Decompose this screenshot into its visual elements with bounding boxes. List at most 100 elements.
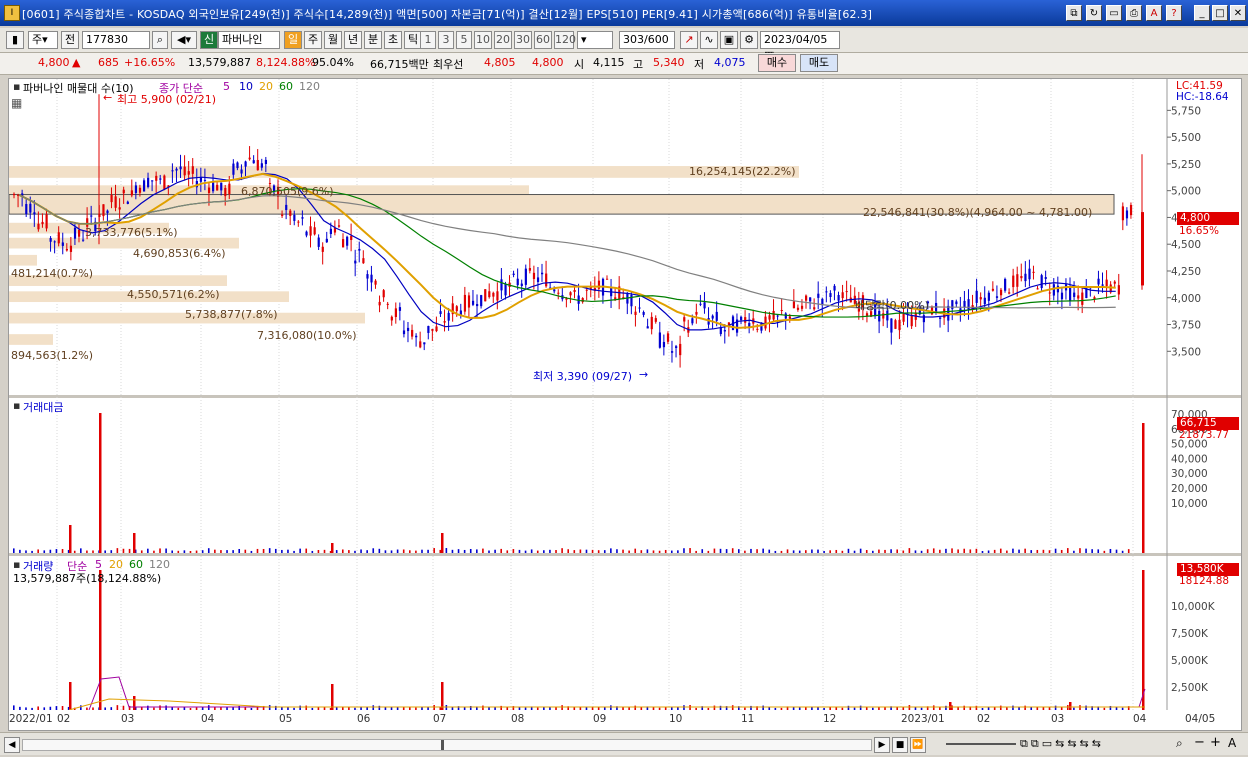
interval-tab[interactable]: 20 <box>494 31 512 49</box>
mode-value: 주 <box>32 33 43 46</box>
candle-body <box>175 168 178 171</box>
amount-bar <box>914 550 917 553</box>
table-icon[interactable]: ▦ <box>11 96 22 110</box>
link-icon[interactable]: ⧉ <box>1066 5 1082 21</box>
interval-tab[interactable]: 60 <box>534 31 552 49</box>
candle-body <box>240 169 243 174</box>
amount-bar <box>719 548 722 553</box>
scroll-track[interactable] <box>22 739 872 751</box>
scroll-bar[interactable]: ◀ ▶ ■ ⏩ ⧉⧉▭⇆⇆⇆⇆ ⌕ − + A <box>0 732 1248 755</box>
volume-bar <box>133 696 136 710</box>
candle-body <box>90 215 93 217</box>
amount-bar <box>189 550 192 553</box>
candle-body <box>313 227 316 235</box>
candle-body <box>800 305 804 309</box>
interval-tab[interactable]: 5 <box>456 31 472 49</box>
period-tab[interactable]: 월 <box>324 31 342 49</box>
search-icon[interactable]: ⌕ <box>152 31 168 49</box>
amount-bar <box>463 549 466 553</box>
x-tick-label: 02 <box>57 713 71 725</box>
close-button[interactable]: ✕ <box>1230 5 1246 21</box>
amount-bar <box>725 549 728 553</box>
buy-button[interactable]: 매수 <box>758 54 796 72</box>
grid-square-icon: ▪ <box>13 80 21 93</box>
chart-area[interactable]: 5,7505,5005,2505,0004,7504,5004,2504,000… <box>8 78 1242 712</box>
sell-button[interactable]: 매도 <box>800 54 838 72</box>
candle-body <box>573 289 576 292</box>
screen-icon[interactable]: ▭ <box>1106 5 1122 21</box>
chart-type-icon[interactable]: ▮ <box>6 31 24 49</box>
candle-body <box>216 184 219 191</box>
scroll-left-button[interactable]: ◀ <box>4 737 20 753</box>
save-icon[interactable]: ▣ <box>720 31 738 49</box>
amount-tag2: 21873.77 <box>1179 429 1230 441</box>
candle-body <box>305 231 308 236</box>
amount-bar <box>396 549 399 553</box>
interval-tab[interactable]: 1 <box>420 31 436 49</box>
gear-icon[interactable]: ⚙ <box>740 31 758 49</box>
candle-body <box>634 311 637 315</box>
scroll-thumb[interactable] <box>441 740 444 750</box>
fast-forward-button[interactable]: ⏩ <box>910 737 926 753</box>
amount-bar <box>579 549 582 553</box>
candle-body <box>378 301 381 306</box>
candle-body <box>1129 204 1133 216</box>
interval-tab[interactable]: 30 <box>514 31 532 49</box>
speaker-icon[interactable]: ◀▾ <box>171 31 197 49</box>
minus-icon[interactable]: − <box>1194 735 1205 750</box>
period-tab[interactable]: 초 <box>384 31 402 49</box>
period-tab[interactable]: 년 <box>344 31 362 49</box>
amount-bar <box>165 548 167 553</box>
amount-bar <box>603 550 606 553</box>
amount-bar <box>561 548 563 553</box>
candle-body <box>1032 271 1035 273</box>
play-button[interactable]: ▶ <box>874 737 890 753</box>
x-tick-label: 11 <box>741 713 755 725</box>
trend-icon[interactable]: ↗ <box>680 31 698 49</box>
candle-body <box>73 227 77 239</box>
candle-body <box>118 207 121 210</box>
candle-body <box>670 351 674 353</box>
candle-body <box>605 278 609 280</box>
period-tab[interactable]: 일 <box>284 31 302 49</box>
amount-bar <box>884 549 886 553</box>
stop-button[interactable]: ■ <box>892 737 908 753</box>
tools-icons[interactable]: ⧉⧉▭⇆⇆⇆⇆ <box>1020 737 1104 751</box>
y-tick-label: 4,250 <box>1171 266 1201 278</box>
count-display[interactable]: 303/600 <box>619 31 675 49</box>
help-icon[interactable]: ? <box>1166 5 1182 21</box>
interval-tab[interactable]: 3 <box>438 31 454 49</box>
print-icon[interactable]: ⎙ <box>1126 5 1142 21</box>
candle-body <box>520 283 523 286</box>
font-icon[interactable]: A <box>1146 5 1162 21</box>
amount-bar <box>1048 550 1051 553</box>
interval-tab[interactable]: 120 <box>554 31 576 49</box>
zoom-slider[interactable] <box>946 743 1016 745</box>
candle-body <box>654 318 657 322</box>
date-input[interactable]: 2023/04/05 ▦ <box>760 31 840 62</box>
candle-body <box>711 315 714 319</box>
period-tab[interactable]: 주 <box>304 31 322 49</box>
candle-body <box>106 210 109 214</box>
mode-select[interactable]: 주▾ <box>28 31 58 49</box>
amount-bar <box>147 548 149 553</box>
interval-custom[interactable]: ▾ <box>577 31 613 49</box>
amount-bar <box>1121 550 1124 553</box>
zoom-out-icon[interactable]: ⌕ <box>1176 736 1183 751</box>
interval-tab[interactable]: 10 <box>474 31 492 49</box>
refresh-icon[interactable]: ↻ <box>1086 5 1102 21</box>
code-input[interactable]: 177830 <box>82 31 150 49</box>
minimize-button[interactable]: _ <box>1194 5 1210 21</box>
font-size-icon[interactable]: A <box>1228 736 1236 750</box>
period-tab[interactable]: 분 <box>364 31 382 49</box>
amount-bar <box>299 548 301 553</box>
candle-body <box>951 300 954 310</box>
plus-icon[interactable]: + <box>1210 735 1221 750</box>
chart-canvas[interactable]: 5,7505,5005,2505,0004,7504,5004,2504,000… <box>8 79 1241 711</box>
prev-button[interactable]: 전 <box>61 31 79 49</box>
maximize-button[interactable]: □ <box>1212 5 1228 21</box>
line-icon[interactable]: ∿ <box>700 31 718 49</box>
x-tick-label: 04 <box>1133 713 1147 725</box>
candle-body <box>297 221 300 223</box>
amount-bar <box>945 548 947 553</box>
